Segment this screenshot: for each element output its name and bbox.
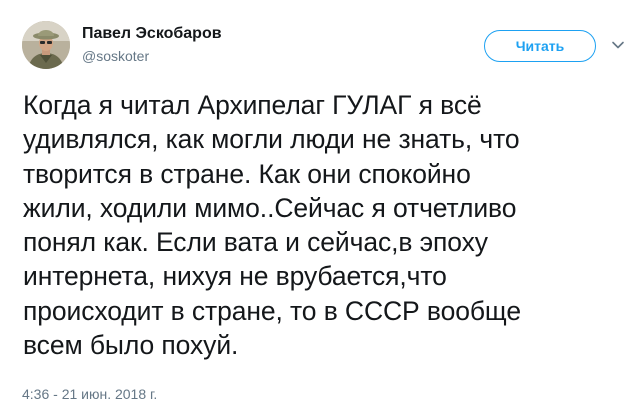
- tweet-card: Павел Эскобаров @soskoter Читать Когда я…: [0, 0, 641, 418]
- avatar[interactable]: [22, 21, 70, 69]
- tweet-text: Когда я читал Архипелаг ГУЛАГ я всё удив…: [23, 90, 521, 361]
- display-name[interactable]: Павел Эскобаров: [82, 25, 222, 43]
- tweet-timestamp[interactable]: 4:36 - 21 июн. 2018 г.: [22, 386, 157, 402]
- chevron-down-icon[interactable]: [611, 38, 625, 52]
- user-handle[interactable]: @soskoter: [82, 48, 149, 64]
- follow-button[interactable]: Читать: [484, 30, 596, 62]
